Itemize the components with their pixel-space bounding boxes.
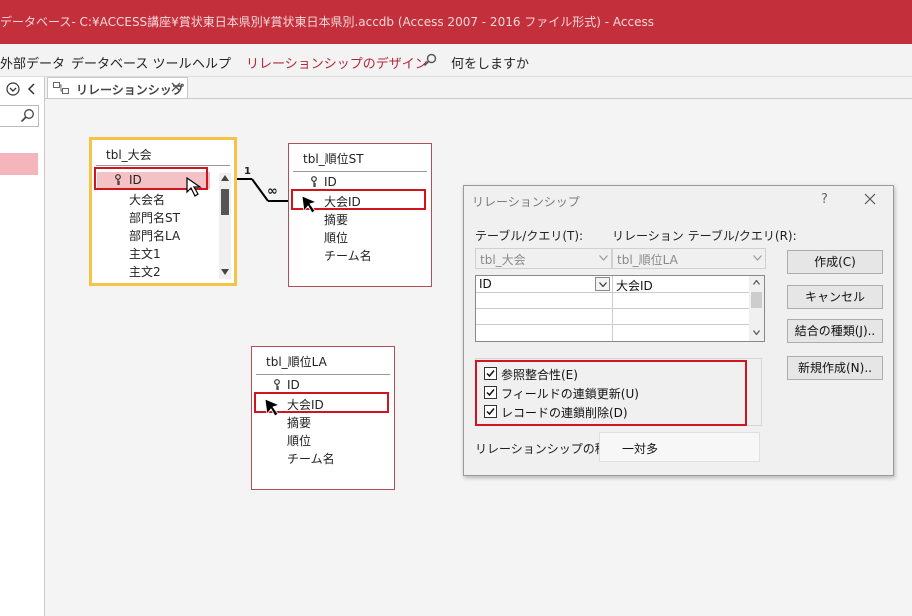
key-icon <box>311 176 317 187</box>
field-item[interactable]: 部門名ST <box>129 209 180 226</box>
table-query-label: テーブル/クエリ(T): <box>475 229 584 243</box>
field-mapping-grid[interactable]: ID 大会ID <box>475 275 765 342</box>
related-table-select[interactable]: tbl_順位LA <box>612 248 766 269</box>
table-divider <box>256 374 390 375</box>
field-item[interactable]: 摘要 <box>324 211 348 228</box>
table-tbl-juni-st[interactable]: tbl_順位ST ID 大会ID 摘要 順位 チーム名 <box>288 143 432 287</box>
chevron-down-icon <box>599 255 608 261</box>
nav-search-input[interactable] <box>0 105 39 127</box>
create-button[interactable]: 作成(C) <box>787 250 883 274</box>
chevron-up-icon[interactable] <box>753 280 760 285</box>
table-tbl-juni-la[interactable]: tbl_順位LA ID 大会ID 摘要 順位 チーム名 <box>251 346 395 490</box>
chevron-down-icon[interactable] <box>753 330 760 335</box>
grid-divider <box>476 292 749 293</box>
field-item[interactable]: ID <box>287 378 300 392</box>
cancel-button[interactable]: キャンセル <box>787 285 883 309</box>
grid-scrollbar[interactable] <box>749 276 764 341</box>
join-one-label: 1 <box>244 166 251 177</box>
scroll-thumb[interactable] <box>751 292 762 308</box>
search-icon[interactable] <box>20 108 35 123</box>
chevron-down-icon <box>599 282 607 287</box>
join-type-button[interactable]: 結合の種類(J).. <box>787 319 883 343</box>
related-table-label: リレーション テーブル/クエリ(R): <box>612 229 797 243</box>
grid-cell-right[interactable]: 大会ID <box>616 277 653 294</box>
relationship-type-field: 一対多 <box>599 432 760 462</box>
tab-relationships[interactable]: リレーションシップ <box>47 77 188 98</box>
field-item[interactable]: ID <box>324 175 337 189</box>
arrow-cursor-icon <box>301 195 318 214</box>
window-title: データベース- C:¥ACCESS講座¥賞状東日本県別¥賞状東日本県別.accd… <box>0 15 655 29</box>
drag-cursor-icon <box>186 177 202 197</box>
tab-label: リレーションシップ <box>76 83 184 97</box>
field-item[interactable]: 摘要 <box>287 414 311 431</box>
tab-database-tools[interactable]: データベース ツール <box>71 53 191 72</box>
search-icon[interactable] <box>423 53 437 67</box>
scroll-up-icon[interactable] <box>221 175 229 181</box>
scroll-down-icon[interactable] <box>221 269 229 275</box>
field-item[interactable]: チーム名 <box>287 450 335 467</box>
nav-selected-item[interactable] <box>0 153 38 175</box>
scroll-thumb[interactable] <box>221 189 229 215</box>
title-bar: データベース- C:¥ACCESS講座¥賞状東日本県別¥賞状東日本県別.accd… <box>0 0 912 44</box>
relationships-icon <box>53 82 69 94</box>
join-many-label: ∞ <box>267 184 278 199</box>
grid-divider <box>476 308 749 309</box>
table-divider <box>293 171 427 172</box>
field-item[interactable]: 部門名LA <box>129 227 180 244</box>
dropdown-circle-icon[interactable] <box>6 82 20 96</box>
select-value: tbl_順位LA <box>617 253 678 267</box>
grid-divider <box>476 324 749 325</box>
tab-external-data[interactable]: 外部データ <box>0 53 65 72</box>
create-new-button[interactable]: 新規作成(N).. <box>787 356 883 380</box>
grid-cell-dropdown[interactable] <box>595 277 610 291</box>
table-tbl-taikai[interactable]: tbl_大会 ID 大会名 部門名ST 部門名LA 主文1 主文2 <box>89 137 237 286</box>
table-query-select[interactable]: tbl_大会 <box>475 248 612 269</box>
table-divider <box>96 165 230 166</box>
tab-help[interactable]: ヘルプ <box>192 53 231 72</box>
dialog-title: リレーションシップ <box>472 195 580 209</box>
ribbon-tabs: 外部データ データベース ツール ヘルプ リレーションシップのデザイン 何をしま… <box>0 44 912 77</box>
relationship-type-label: リレーションシップの種類 <box>475 442 619 456</box>
table-title: tbl_順位ST <box>303 152 364 166</box>
field-item[interactable]: 順位 <box>287 432 311 449</box>
field-item[interactable]: 順位 <box>324 229 348 246</box>
field-item[interactable]: 主文2 <box>129 263 161 280</box>
table-scrollbar[interactable] <box>219 173 231 279</box>
table-title: tbl_順位LA <box>266 355 327 369</box>
field-item[interactable]: チーム名 <box>324 247 372 264</box>
relationship-type-value: 一対多 <box>622 442 659 456</box>
tab-relationship-design[interactable]: リレーションシップのデザイン <box>246 53 428 72</box>
chevron-down-icon <box>753 255 762 261</box>
field-item[interactable]: 大会名 <box>129 191 165 208</box>
tell-me-box[interactable]: 何をしますか <box>451 53 529 72</box>
arrow-cursor-icon <box>264 398 281 417</box>
close-icon[interactable] <box>864 193 876 205</box>
table-title: tbl_大会 <box>106 148 152 162</box>
help-button[interactable]: ? <box>821 192 828 207</box>
document-tab-bar: リレーションシップ <box>45 77 912 99</box>
chevron-left-icon[interactable] <box>25 82 39 96</box>
grid-cell-left[interactable]: ID <box>479 277 492 291</box>
relationship-join-line[interactable] <box>234 168 294 208</box>
highlight-box-options <box>475 360 747 426</box>
key-icon <box>274 379 280 390</box>
select-value: tbl_大会 <box>480 253 526 267</box>
edit-relationships-dialog: リレーションシップ ? テーブル/クエリ(T): リレーション テーブル/クエリ… <box>463 185 894 476</box>
field-item[interactable]: 主文1 <box>129 245 161 262</box>
close-icon[interactable] <box>170 81 182 93</box>
